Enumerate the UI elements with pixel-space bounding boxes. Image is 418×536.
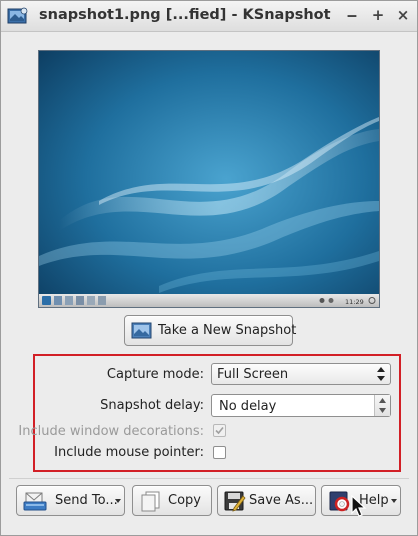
include-decorations-label: Include window decorations: xyxy=(18,424,204,439)
save-as-button[interactable]: Save As... xyxy=(217,485,316,516)
desktop-wallpaper-image: 11:29 xyxy=(39,51,379,307)
minimize-button[interactable]: ‒ xyxy=(343,6,361,24)
snapshot-delay-value: No delay xyxy=(219,399,277,414)
snapshot-delay-spinbox[interactable]: No delay xyxy=(211,394,391,417)
spin-buttons xyxy=(374,395,390,416)
camera-screen-icon xyxy=(131,322,152,339)
take-new-snapshot-button[interactable]: Take a New Snapshot xyxy=(124,315,297,346)
capture-mode-label: Capture mode: xyxy=(106,367,204,382)
send-icon xyxy=(23,492,47,511)
ksnapshot-app-icon xyxy=(7,7,28,24)
dropdown-arrow-icon xyxy=(115,499,121,503)
capture-mode-select[interactable]: Full Screen xyxy=(211,363,391,385)
title-bar[interactable]: snapshot1.png [...fied] - KSnapshot ‒ + … xyxy=(1,1,417,32)
include-pointer-label: Include mouse pointer: xyxy=(54,445,204,460)
send-to-button[interactable]: Send To... xyxy=(16,485,125,516)
include-pointer-checkbox[interactable] xyxy=(213,446,226,459)
taskbar-clock: 11:29 xyxy=(345,298,364,306)
capture-mode-value: Full Screen xyxy=(217,367,289,382)
window-title: snapshot1.png [...fied] - KSnapshot xyxy=(39,7,331,23)
updown-arrows-icon xyxy=(377,367,385,381)
save-as-label: Save As... xyxy=(249,493,314,508)
snapshot-delay-label: Snapshot delay: xyxy=(100,398,204,413)
ksnapshot-window: snapshot1.png [...fied] - KSnapshot ‒ + … xyxy=(0,0,418,536)
spin-down-icon[interactable] xyxy=(377,406,388,415)
include-decorations-checkbox[interactable] xyxy=(213,424,226,437)
checkmark-icon xyxy=(215,426,224,435)
close-button[interactable]: × xyxy=(394,6,412,24)
mouse-pointer-icon xyxy=(351,495,367,517)
dropdown-arrow-icon xyxy=(391,499,397,503)
copy-icon xyxy=(141,491,160,512)
copy-button[interactable]: Copy xyxy=(132,485,212,516)
button-row-separator xyxy=(9,478,409,479)
send-to-label: Send To... xyxy=(55,493,118,508)
maximize-button[interactable]: + xyxy=(369,6,387,24)
spin-up-icon[interactable] xyxy=(377,396,388,405)
copy-label: Copy xyxy=(168,493,201,508)
take-new-snapshot-label: Take a New Snapshot xyxy=(158,323,297,338)
help-lifebuoy-icon xyxy=(329,491,350,512)
snapshot-preview[interactable]: 11:29 xyxy=(38,50,380,308)
save-as-icon xyxy=(224,491,246,512)
